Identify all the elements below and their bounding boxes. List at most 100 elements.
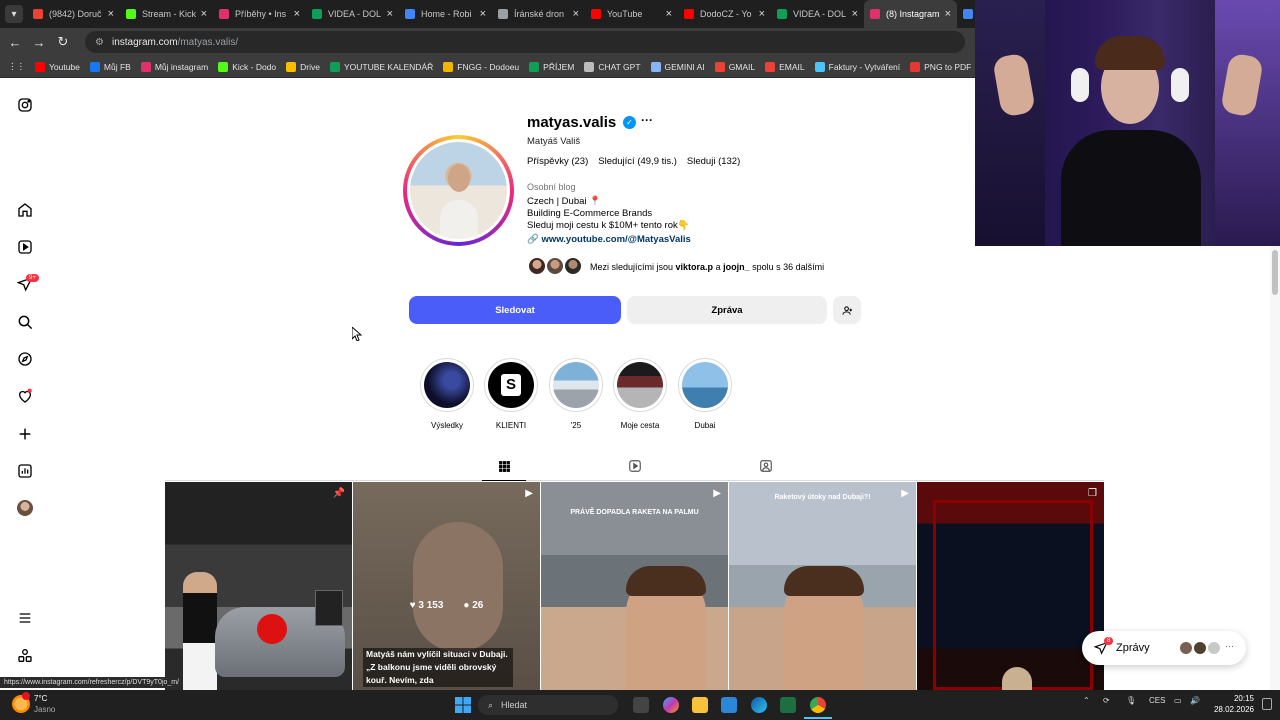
- clock-time[interactable]: 20:15: [1210, 694, 1254, 703]
- browser-tab[interactable]: VIDEA - DOL ×: [306, 0, 399, 28]
- highlight-item[interactable]: Moje cesta: [613, 358, 667, 430]
- task-view-icon[interactable]: [633, 697, 649, 713]
- posts-count[interactable]: Příspěvky (23): [527, 156, 588, 167]
- notification-center-icon[interactable]: [1262, 698, 1272, 710]
- excel-icon[interactable]: [780, 697, 796, 713]
- instagram-logo-icon[interactable]: [16, 96, 34, 114]
- bookmark-item[interactable]: CHAT GPT: [584, 61, 641, 72]
- browser-tab[interactable]: G×: [957, 0, 975, 28]
- browser-tab[interactable]: Příběhy • Ins ×: [213, 0, 306, 28]
- close-tab-icon[interactable]: ×: [759, 8, 765, 20]
- highlight-item[interactable]: Výsledky: [420, 358, 474, 430]
- close-tab-icon[interactable]: ×: [108, 8, 114, 20]
- volume-icon[interactable]: 🔊: [1190, 696, 1200, 705]
- site-info-icon[interactable]: ⚙: [95, 37, 104, 48]
- more-options-icon[interactable]: ···: [1225, 641, 1234, 651]
- reels-icon[interactable]: [16, 238, 34, 256]
- explore-icon[interactable]: [16, 350, 34, 368]
- browser-tab[interactable]: Stream - Kick ×: [120, 0, 213, 28]
- close-tab-icon[interactable]: ×: [201, 8, 207, 20]
- tab-search-button[interactable]: ▾: [5, 5, 23, 23]
- edge-icon[interactable]: [751, 697, 767, 713]
- bookmark-item[interactable]: YOUTUBE KALENDÁŘ: [329, 61, 433, 72]
- bookmark-item[interactable]: Youtube: [35, 61, 80, 72]
- mutual-follower-avatar[interactable]: [527, 256, 547, 276]
- tray-overflow-icon[interactable]: ⌃: [1083, 696, 1090, 705]
- taskbar-search[interactable]: ⌕ Hledat: [478, 695, 618, 715]
- address-bar[interactable]: ⚙ instagram.com/matyas.valis/: [85, 31, 965, 53]
- home-icon[interactable]: [16, 201, 34, 219]
- forward-button[interactable]: →: [27, 35, 51, 50]
- close-tab-icon[interactable]: ×: [294, 8, 300, 20]
- clock-date[interactable]: 28.02.2026: [1200, 705, 1254, 714]
- mutual-followers-text[interactable]: Mezi sledujícími jsou viktora.p a joojn_…: [590, 262, 824, 272]
- post-tile[interactable]: 📌: [165, 482, 352, 690]
- highlight-item[interactable]: S KLIENTI: [484, 358, 538, 430]
- microphone-icon[interactable]: 🎙: [1126, 696, 1136, 705]
- back-button[interactable]: ←: [3, 35, 27, 50]
- messages-pill[interactable]: 8 Zprávy ···: [1082, 631, 1246, 665]
- following-count[interactable]: Sleduji (132): [687, 156, 740, 167]
- notifications-icon[interactable]: [16, 387, 34, 405]
- windows-start-icon[interactable]: [455, 697, 471, 718]
- follow-button[interactable]: Sledovat: [409, 296, 621, 324]
- reels-tab-icon[interactable]: [625, 458, 645, 474]
- file-explorer-icon[interactable]: [692, 697, 708, 713]
- mutual-follower-avatar[interactable]: [545, 256, 565, 276]
- bookmark-item[interactable]: GEMINI AI: [650, 61, 705, 72]
- bookmark-item[interactable]: Drive: [286, 61, 320, 72]
- dashboard-icon[interactable]: [16, 462, 34, 480]
- bookmark-item[interactable]: GMAIL: [714, 61, 755, 72]
- close-tab-icon[interactable]: ×: [666, 8, 672, 20]
- mutual-follower-avatar[interactable]: [563, 256, 583, 276]
- profile-avatar-icon[interactable]: [16, 499, 34, 517]
- bookmark-item[interactable]: FNGG - Dodoeu: [443, 61, 519, 72]
- profile-link[interactable]: 🔗 www.youtube.com/@MatyasValis: [527, 234, 691, 245]
- bookmark-item[interactable]: PŘÍJEM: [529, 61, 574, 72]
- scrollbar-thumb[interactable]: [1272, 250, 1278, 295]
- close-tab-icon[interactable]: ×: [573, 8, 579, 20]
- bookmark-item[interactable]: Kick - Dodo: [218, 61, 276, 72]
- close-tab-icon[interactable]: ×: [945, 8, 951, 20]
- highlight-item[interactable]: Dubai: [678, 358, 732, 430]
- close-tab-icon[interactable]: ×: [387, 8, 393, 20]
- close-tab-icon[interactable]: ×: [852, 8, 858, 20]
- post-tile[interactable]: ♥ 3 153 ● 26 Matyáš nám vylíčil situaci v …: [353, 482, 540, 690]
- menu-icon[interactable]: [16, 609, 34, 627]
- browser-tab[interactable]: (9842) Doruč ×: [27, 0, 120, 28]
- browser-tab[interactable]: YouTube ×: [585, 0, 678, 28]
- browser-tab[interactable]: Home - Robi ×: [399, 0, 492, 28]
- browser-tab[interactable]: (8) Instagram ×: [864, 0, 957, 28]
- copilot-icon[interactable]: [663, 697, 679, 713]
- page-scrollbar[interactable]: [1270, 246, 1280, 690]
- browser-tab[interactable]: DodoCZ - Yo ×: [678, 0, 771, 28]
- bookmark-item[interactable]: PNG to PDF: [910, 61, 971, 72]
- bookmark-item[interactable]: Faktury - Vytváření: [814, 61, 900, 72]
- followers-count[interactable]: Sledující (49,9 tis.): [598, 156, 677, 167]
- bookmark-item[interactable]: Můj FB: [89, 61, 131, 72]
- chrome-icon[interactable]: [810, 697, 826, 713]
- bookmark-item[interactable]: EMAIL: [765, 61, 805, 72]
- suggested-users-button[interactable]: [833, 296, 861, 324]
- search-icon[interactable]: [16, 313, 34, 331]
- close-tab-icon[interactable]: ×: [480, 8, 486, 20]
- outlook-icon[interactable]: [721, 697, 737, 713]
- profile-picture[interactable]: [410, 142, 507, 239]
- tagged-tab-icon[interactable]: [756, 458, 776, 474]
- network-icon[interactable]: ▭: [1174, 696, 1182, 705]
- reload-button[interactable]: ↻: [51, 34, 75, 50]
- highlight-item[interactable]: '25: [549, 358, 603, 430]
- post-tile[interactable]: PRÁVĚ DOPADLA RAKETA NA PALMU ▶: [541, 482, 728, 690]
- post-tile[interactable]: ❐: [917, 482, 1104, 690]
- create-icon[interactable]: [16, 425, 34, 443]
- post-tile[interactable]: Raketový útoky nad Dubaji?! ▶: [729, 482, 916, 690]
- browser-tab[interactable]: Íránské dron ×: [492, 0, 585, 28]
- apps-icon[interactable]: ⋮⋮: [8, 61, 25, 72]
- tray-app-icon[interactable]: ⟳: [1103, 696, 1110, 705]
- posts-tab-grid-icon[interactable]: [494, 458, 514, 474]
- message-button[interactable]: Zpráva: [627, 296, 827, 324]
- bookmark-item[interactable]: Můj instagram: [140, 61, 208, 72]
- also-from-meta-icon[interactable]: [16, 647, 34, 665]
- more-options-icon[interactable]: ···: [641, 113, 653, 127]
- input-language[interactable]: CES: [1149, 696, 1165, 705]
